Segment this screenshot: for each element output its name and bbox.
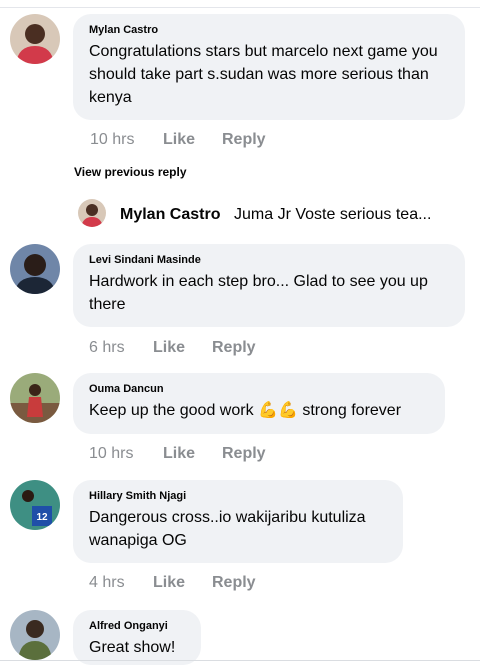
comment-bubble: Ouma Dancun Keep up the good work 💪💪 str…	[73, 373, 445, 434]
comment-author[interactable]: Levi Sindani Masinde	[89, 253, 449, 267]
reply-button[interactable]: Reply	[212, 573, 256, 593]
avatar[interactable]	[10, 610, 60, 660]
comment-time: 4 hrs	[89, 574, 125, 591]
avatar-photo-icon	[10, 373, 60, 423]
comment-author[interactable]: Ouma Dancun	[89, 382, 429, 396]
comment-text: Hardwork in each step bro... Glad to see…	[89, 273, 428, 313]
comment-bubble: Mylan Castro Congratulations stars but m…	[73, 14, 465, 120]
reply-button[interactable]: Reply	[212, 338, 256, 358]
reply-author[interactable]: Mylan Castro	[120, 206, 220, 224]
comment-time: 6 hrs	[89, 339, 125, 356]
avatar[interactable]	[78, 199, 106, 227]
reply-button[interactable]: Reply	[222, 444, 266, 464]
reply-text: Juma Jr Voste serious tea...	[234, 206, 432, 223]
comment-bubble: Hillary Smith Njagi Dangerous cross..io …	[73, 480, 403, 563]
avatar-photo-icon: 12	[10, 480, 60, 530]
avatar-photo-icon	[10, 14, 60, 64]
comment-actions: 6 hrs Like Reply	[89, 338, 389, 358]
like-button[interactable]: Like	[163, 444, 195, 464]
comment-text-end: strong forever	[302, 402, 402, 419]
reply-preview[interactable]: Mylan Castro Juma Jr Voste serious tea..…	[78, 199, 468, 227]
comment-time: 10 hrs	[90, 131, 135, 148]
avatar-photo-icon	[78, 199, 106, 227]
avatar-photo-icon	[10, 610, 60, 660]
comment-author[interactable]: Alfred Onganyi	[89, 619, 185, 633]
avatar[interactable]	[10, 373, 60, 423]
comment-text-start: Keep up the good work	[89, 402, 254, 419]
comment-actions: 10 hrs Like Reply	[90, 130, 390, 150]
like-button[interactable]: Like	[153, 338, 185, 358]
comment-text: Dangerous cross..io wakijaribu kutuliza …	[89, 509, 366, 549]
comment-text: Keep up the good work 💪💪 strong forever	[89, 399, 429, 422]
top-divider	[0, 7, 480, 8]
bottom-divider	[0, 660, 480, 661]
comment-actions: 4 hrs Like Reply	[89, 573, 389, 593]
comment-bubble: Alfred Onganyi Great show!	[73, 610, 201, 665]
avatar[interactable]	[10, 244, 60, 294]
avatar[interactable]	[10, 14, 60, 64]
flexed-biceps-emoji-icon: 💪💪	[258, 402, 298, 419]
comment-time: 10 hrs	[89, 445, 134, 462]
svg-text:12: 12	[36, 512, 48, 523]
view-previous-reply-link[interactable]: View previous reply	[74, 165, 187, 179]
comment-bubble: Levi Sindani Masinde Hardwork in each st…	[73, 244, 465, 327]
comment-actions: 10 hrs Like Reply	[89, 444, 389, 464]
comment-author[interactable]: Mylan Castro	[89, 23, 449, 37]
comment-text: Congratulations stars but marcelo next g…	[89, 43, 438, 106]
avatar-photo-icon	[10, 244, 60, 294]
like-button[interactable]: Like	[163, 130, 195, 150]
comment-author[interactable]: Hillary Smith Njagi	[89, 489, 387, 503]
reply-button[interactable]: Reply	[222, 130, 266, 150]
avatar[interactable]: 12	[10, 480, 60, 530]
like-button[interactable]: Like	[153, 573, 185, 593]
comment-text: Great show!	[89, 639, 176, 656]
